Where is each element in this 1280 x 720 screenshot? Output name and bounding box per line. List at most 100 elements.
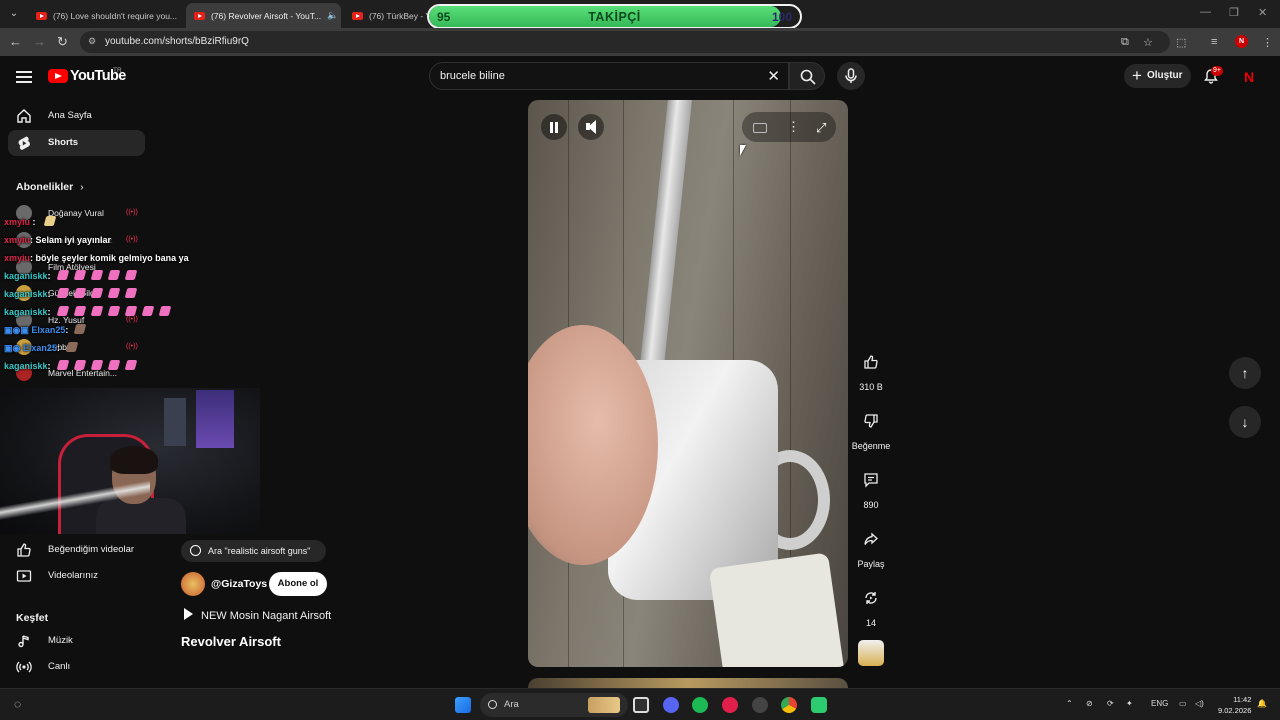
shorts-video-player[interactable]: ⋮ ⤢ <box>528 100 848 667</box>
channel-avatar[interactable] <box>181 572 205 596</box>
chat-text: : <box>47 307 51 317</box>
create-button[interactable]: Oluştur <box>1124 64 1191 88</box>
reload-icon[interactable]: ↻ <box>57 34 68 50</box>
emote-icon <box>124 360 137 370</box>
close-window-icon[interactable]: ✕ <box>1258 6 1267 19</box>
chat-username: kaganiskk <box>4 361 48 371</box>
related-video-title: NEW Mosin Nagant Airsoft <box>201 610 332 622</box>
like-button[interactable]: 310 B <box>853 348 889 392</box>
chat-username: Elxan25 <box>31 325 66 335</box>
next-short-button[interactable]: ↓ <box>1229 406 1261 438</box>
tray-icon[interactable]: ⊘ <box>1086 699 1093 708</box>
emote-icon <box>73 306 86 316</box>
channel-name: Doğanay Vural <box>48 208 104 218</box>
steam-icon[interactable] <box>752 697 768 713</box>
extensions-icon[interactable]: ⬚ <box>1176 36 1186 49</box>
subscriptions-heading[interactable]: Abonelikler › <box>16 181 84 193</box>
share-button[interactable]: Paylaş <box>853 525 889 569</box>
search-highlight-image <box>588 697 620 713</box>
tab-search-button[interactable]: ⌄ <box>4 5 24 23</box>
tray-icon[interactable]: ⟳ <box>1107 699 1114 708</box>
address-bar[interactable]: ⚙ youtube.com/shorts/bBziRfiu9rQ <box>80 31 1170 53</box>
sidebar-item-your-videos[interactable]: Videolarınız <box>8 563 145 589</box>
emote-icon <box>56 288 69 298</box>
back-icon[interactable]: ← <box>9 34 22 50</box>
browser-tab[interactable]: (76) Love shouldn't require you... ✕ <box>28 3 182 28</box>
search-button[interactable] <box>789 62 825 90</box>
clock-date: 9.02.2026 <box>1218 706 1252 715</box>
forward-icon[interactable]: → <box>33 34 46 50</box>
sidebar-item-music[interactable]: Müzik <box>8 628 145 654</box>
youtube-logo-icon[interactable] <box>48 69 68 83</box>
volume-button[interactable] <box>578 114 604 140</box>
emote-icon <box>73 360 86 370</box>
emote-icon <box>74 324 87 334</box>
app-icon[interactable] <box>811 697 827 713</box>
chat-text: : <box>47 271 51 281</box>
voice-search-button[interactable] <box>837 62 865 90</box>
captions-icon[interactable] <box>753 123 767 133</box>
close-tab-icon[interactable]: ✕ <box>177 10 182 21</box>
fullscreen-icon[interactable]: ⤢ <box>816 120 826 136</box>
browser-tab[interactable]: (76) TürkBey - Yo... <box>344 3 428 28</box>
media-control-icon[interactable]: ≡ <box>1211 36 1217 48</box>
bookmark-star-icon[interactable]: ☆ <box>1143 36 1153 49</box>
network-icon[interactable]: ▭ <box>1179 699 1187 708</box>
dislike-button[interactable]: Beğenme <box>852 407 890 451</box>
live-indicator-icon: ((•)) <box>126 209 138 216</box>
clock[interactable]: 11:42 9.02.2026 <box>1218 694 1251 716</box>
subscribe-button[interactable]: Abone ol <box>269 572 327 596</box>
previous-short-button[interactable]: ↑ <box>1229 357 1261 389</box>
remix-button[interactable]: 14 <box>853 584 889 628</box>
browser-tab-active[interactable]: (76) Revolver Airsoft - YouT... 🔈 ✕ <box>186 3 341 28</box>
browser-menu-icon[interactable]: ⋮ <box>1262 36 1273 49</box>
menu-icon[interactable] <box>16 71 32 83</box>
discord-icon[interactable] <box>663 697 679 713</box>
tray-icon[interactable]: ✦ <box>1126 699 1133 708</box>
search-suggestion-chip[interactable]: Ara "realistic airsoft guns" <box>181 540 326 562</box>
maximize-icon[interactable]: ❐ <box>1229 6 1239 19</box>
comments-button[interactable]: 890 <box>853 466 889 510</box>
emote-icon <box>56 270 69 280</box>
minimize-icon[interactable]: — <box>1200 6 1211 18</box>
search-input[interactable]: brucele biline ✕ <box>429 62 789 90</box>
more-options-icon[interactable]: ⋮ <box>787 120 800 134</box>
close-tab-icon[interactable]: ✕ <box>338 10 341 21</box>
emote-icon <box>90 288 103 298</box>
sound-thumbnail[interactable] <box>858 640 884 666</box>
sidebar-item-home[interactable]: Ana Sayfa <box>8 103 145 129</box>
volume-icon[interactable]: ◁) <box>1195 699 1204 708</box>
start-button-icon[interactable] <box>455 697 471 713</box>
chat-text: : <box>47 289 51 299</box>
chrome-icon[interactable] <box>781 697 797 713</box>
sidebar-item-live[interactable]: Canlı <box>8 654 145 680</box>
youtube-favicon-icon <box>352 11 363 20</box>
chevron-up-icon[interactable]: ⌃ <box>1066 699 1073 708</box>
speaker-icon[interactable]: 🔈 <box>327 10 338 21</box>
explore-heading: Keşfet <box>16 612 49 624</box>
language-indicator[interactable]: ENG <box>1151 699 1168 708</box>
channel-name[interactable]: @GizaToys <box>211 578 267 590</box>
pause-button[interactable] <box>541 114 567 140</box>
app-icon[interactable] <box>722 697 738 713</box>
site-info-icon[interactable]: ⚙ <box>88 36 98 47</box>
cast-icon[interactable]: ⧉ <box>1121 36 1129 49</box>
revolver-grip <box>708 552 848 667</box>
search-query: brucele biline <box>440 70 505 82</box>
browser-profile-avatar[interactable]: N <box>1235 35 1248 48</box>
clear-search-icon[interactable]: ✕ <box>767 67 780 85</box>
notification-center-icon[interactable]: 🔔 <box>1257 699 1267 708</box>
share-label: Paylaş <box>857 559 885 569</box>
account-avatar[interactable]: N <box>1240 68 1258 86</box>
sidebar-item-liked-videos[interactable]: Beğendiğim videolar <box>8 537 145 563</box>
task-view-icon[interactable] <box>633 697 649 713</box>
related-video-link[interactable]: NEW Mosin Nagant Airsoft <box>184 608 331 622</box>
sidebar-item-label: Shorts <box>48 137 79 148</box>
youtube-favicon-icon <box>36 11 47 20</box>
emote-icon <box>43 216 57 226</box>
share-icon <box>864 532 878 545</box>
spotify-icon[interactable] <box>692 697 708 713</box>
widgets-icon[interactable]: ◌ <box>14 697 21 711</box>
taskbar-search[interactable]: Ara <box>480 693 628 717</box>
sidebar-item-shorts[interactable]: Shorts <box>8 130 145 156</box>
